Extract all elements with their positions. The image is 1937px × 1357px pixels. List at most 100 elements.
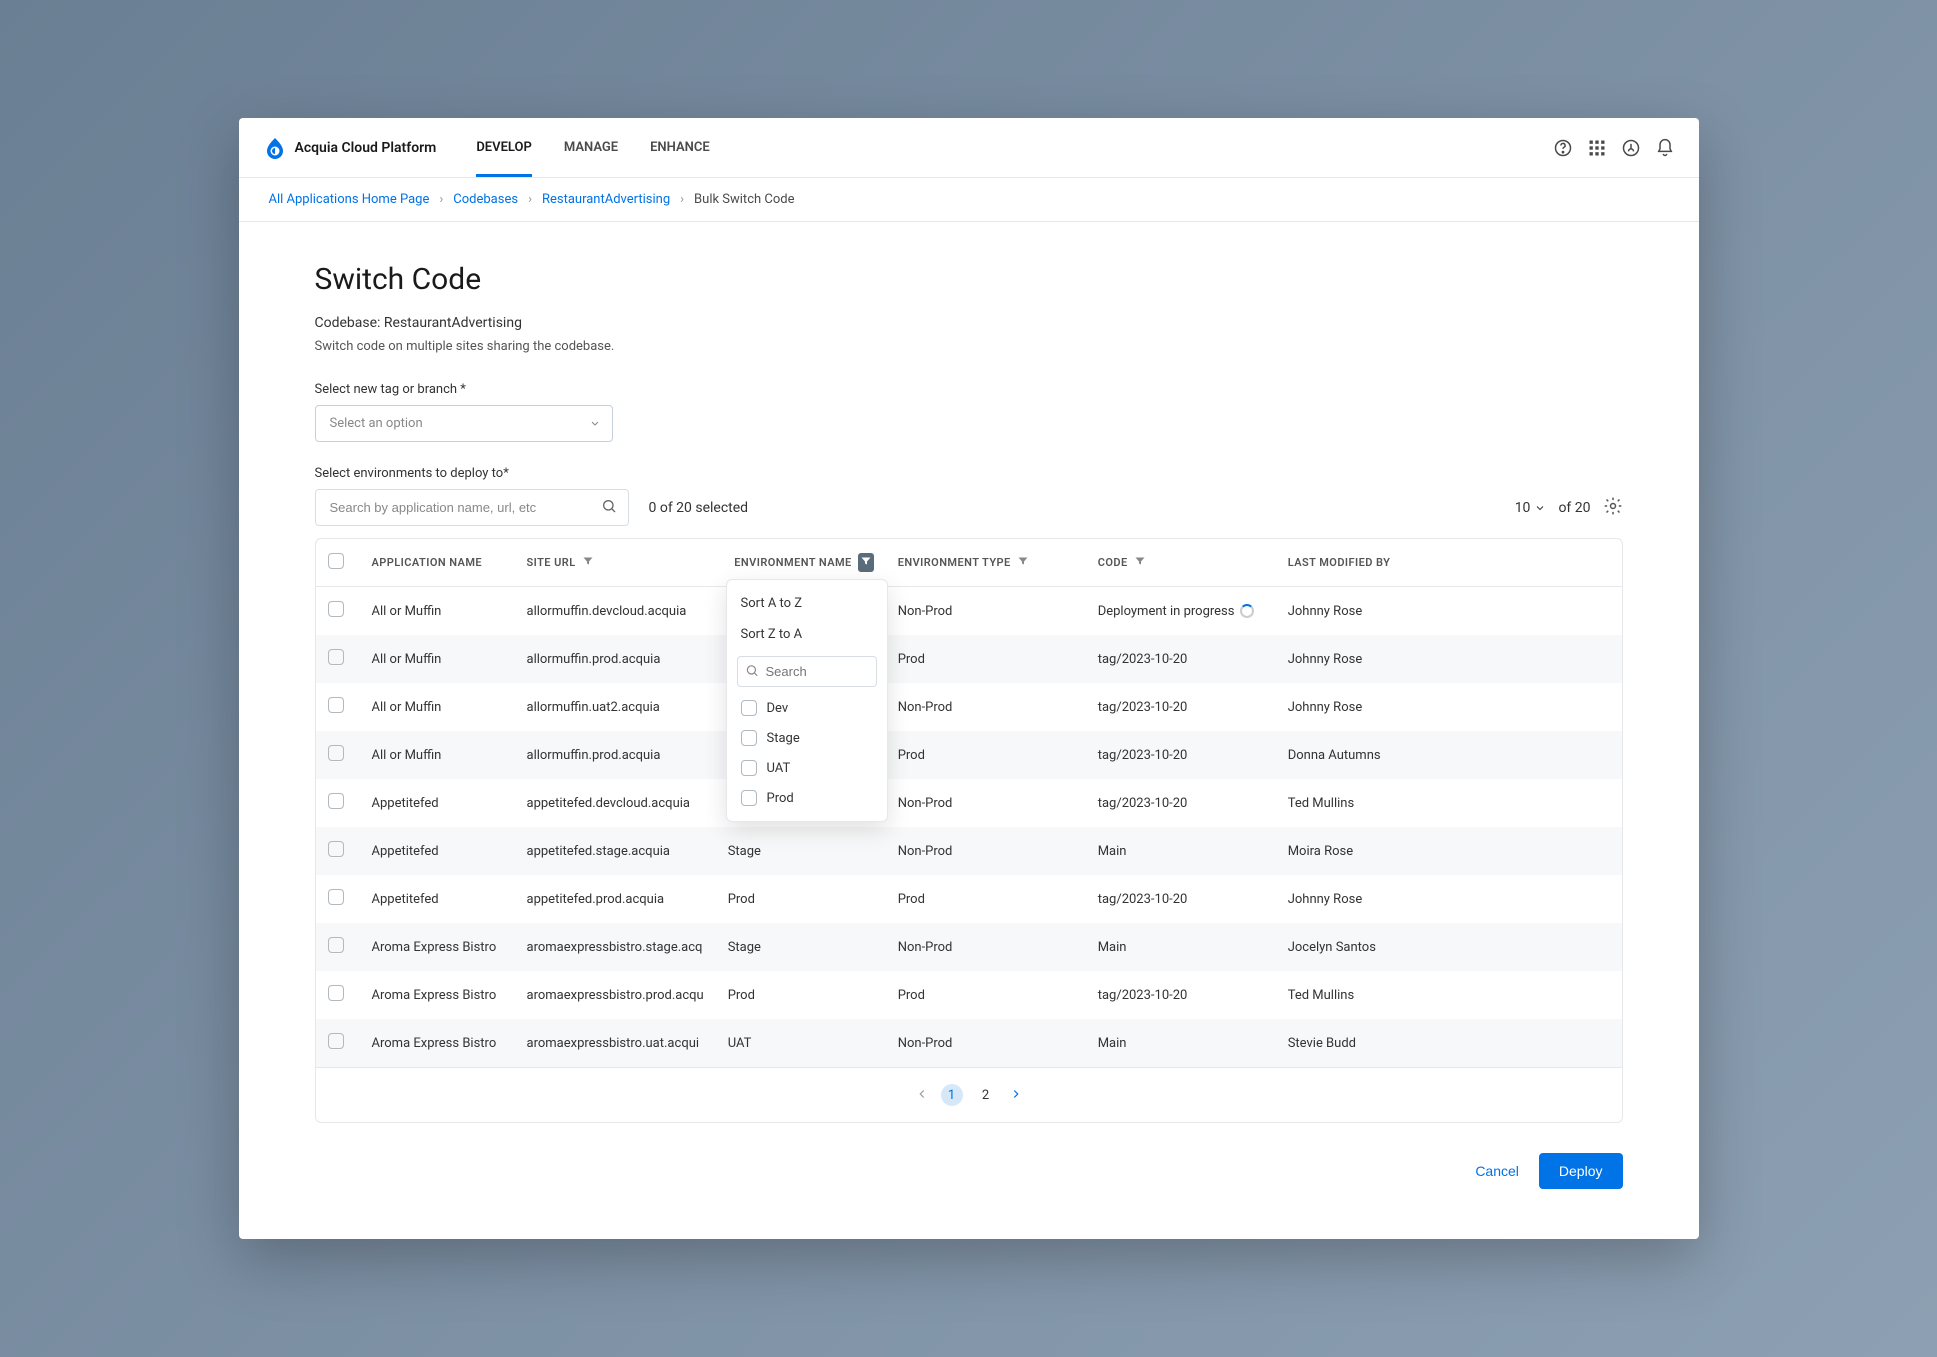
cell-type: Non-Prod: [886, 587, 1086, 636]
cell-env: Stage: [716, 827, 886, 875]
table-row: Appetitefed appetitefed.devcloud.acquia …: [316, 779, 1622, 827]
table-row: All or Muffin allormuffin.prod.acquia Pr…: [316, 731, 1622, 779]
breadcrumb: All Applications Home Page › Codebases ›…: [239, 178, 1699, 222]
filter-checkbox[interactable]: [741, 730, 757, 746]
branch-select[interactable]: Select an option: [315, 405, 613, 442]
filter-checkbox[interactable]: [741, 790, 757, 806]
sort-za[interactable]: Sort Z to A: [727, 619, 887, 650]
table-row: Aroma Express Bistro aromaexpressbistro.…: [316, 923, 1622, 971]
filter-icon[interactable]: [1017, 555, 1029, 570]
cell-app: All or Muffin: [360, 635, 515, 683]
cell-code: tag/2023-10-20: [1086, 635, 1276, 683]
cell-type: Prod: [886, 635, 1086, 683]
table-right-controls: 10 of 20: [1515, 496, 1623, 520]
filter-option-label: Prod: [767, 791, 794, 806]
page-1[interactable]: 1: [941, 1084, 963, 1106]
cell-type: Non-Prod: [886, 827, 1086, 875]
cell-modified: Donna Autumns: [1276, 731, 1622, 779]
select-all-checkbox[interactable]: [328, 553, 344, 569]
cell-type: Prod: [886, 875, 1086, 923]
cell-url: allormuffin.devcloud.acquia: [515, 587, 716, 636]
breadcrumb-app[interactable]: RestaurantAdvertising: [542, 192, 670, 207]
row-checkbox[interactable]: [328, 1033, 344, 1049]
cell-app: Aroma Express Bistro: [360, 971, 515, 1019]
cell-modified: Johnny Rose: [1276, 635, 1622, 683]
page-title: Switch Code: [315, 262, 1623, 297]
cell-app: Aroma Express Bistro: [360, 1019, 515, 1067]
row-checkbox[interactable]: [328, 697, 344, 713]
page-prev[interactable]: [915, 1086, 929, 1105]
filter-checkbox[interactable]: [741, 700, 757, 716]
cell-modified: Moira Rose: [1276, 827, 1622, 875]
topbar-icons: [1553, 138, 1675, 158]
cell-url: allormuffin.prod.acquia: [515, 731, 716, 779]
cell-type: Non-Prod: [886, 683, 1086, 731]
top-navbar: Acquia Cloud Platform DEVELOP MANAGE ENH…: [239, 118, 1699, 178]
filter-option-label: Dev: [767, 701, 789, 716]
page-description: Switch code on multiple sites sharing th…: [315, 339, 1623, 354]
cell-url: aromaexpressbistro.stage.acq: [515, 923, 716, 971]
filter-checkbox[interactable]: [741, 760, 757, 776]
filter-option[interactable]: Dev: [727, 693, 887, 723]
row-checkbox[interactable]: [328, 793, 344, 809]
cell-code: Main: [1086, 923, 1276, 971]
search-icon: [745, 662, 759, 681]
pagination: 1 2: [316, 1067, 1622, 1122]
th-env-type: ENVIRONMENT TYPE: [898, 556, 1011, 569]
pagesize-select[interactable]: 10: [1515, 500, 1547, 516]
gear-icon[interactable]: [1603, 496, 1623, 520]
th-modified: LAST MODIFIED BY: [1288, 556, 1391, 569]
help-icon[interactable]: [1553, 138, 1573, 158]
codebase-line: Codebase: RestaurantAdvertising: [315, 315, 1623, 331]
brand-logo-icon: [263, 136, 287, 160]
breadcrumb-home[interactable]: All Applications Home Page: [269, 192, 430, 207]
cell-url: appetitefed.stage.acquia: [515, 827, 716, 875]
branch-select-wrap: Select an option: [315, 405, 613, 442]
bell-icon[interactable]: [1655, 138, 1675, 158]
row-checkbox[interactable]: [328, 745, 344, 761]
filter-icon[interactable]: [1134, 555, 1146, 570]
row-checkbox[interactable]: [328, 937, 344, 953]
cell-code: Main: [1086, 827, 1276, 875]
tab-develop[interactable]: DEVELOP: [476, 118, 532, 177]
environments-table-container: APPLICATION NAME SITE URL ENVIRONMENT NA…: [315, 538, 1623, 1123]
cell-url: allormuffin.uat2.acquia: [515, 683, 716, 731]
tab-enhance[interactable]: ENHANCE: [650, 118, 710, 177]
sort-az[interactable]: Sort A to Z: [727, 588, 887, 619]
page-2[interactable]: 2: [975, 1084, 997, 1106]
row-checkbox[interactable]: [328, 649, 344, 665]
cell-type: Non-Prod: [886, 923, 1086, 971]
row-checkbox[interactable]: [328, 985, 344, 1001]
filter-search-wrap: [737, 656, 877, 687]
nav-tabs: DEVELOP MANAGE ENHANCE: [476, 118, 709, 177]
search-input[interactable]: [315, 489, 629, 526]
action-buttons: Cancel Deploy: [315, 1153, 1623, 1189]
apps-grid-icon[interactable]: [1587, 138, 1607, 158]
cell-code: Main: [1086, 1019, 1276, 1067]
filter-option[interactable]: Stage: [727, 723, 887, 753]
filter-icon[interactable]: [582, 555, 594, 570]
cell-url: allormuffin.prod.acquia: [515, 635, 716, 683]
row-checkbox[interactable]: [328, 841, 344, 857]
table-row: Aroma Express Bistro aromaexpressbistro.…: [316, 971, 1622, 1019]
search-box: [315, 489, 629, 526]
cell-env: Stage: [716, 923, 886, 971]
page-next[interactable]: [1009, 1086, 1023, 1105]
row-checkbox[interactable]: [328, 889, 344, 905]
cell-env: Prod: [716, 875, 886, 923]
filter-option[interactable]: UAT: [727, 753, 887, 783]
breadcrumb-codebases[interactable]: Codebases: [453, 192, 518, 207]
pagesize-value: 10: [1515, 500, 1531, 516]
user-icon[interactable]: [1621, 138, 1641, 158]
cell-code: tag/2023-10-20: [1086, 875, 1276, 923]
deploy-button[interactable]: Deploy: [1539, 1153, 1623, 1189]
filter-option[interactable]: Prod: [727, 783, 887, 813]
row-checkbox[interactable]: [328, 601, 344, 617]
cancel-button[interactable]: Cancel: [1475, 1163, 1519, 1179]
cell-env: Prod: [716, 971, 886, 1019]
tab-manage[interactable]: MANAGE: [564, 118, 618, 177]
cell-code: Deployment in progress: [1086, 587, 1276, 636]
table-row: All or Muffin allormuffin.prod.acquia Pr…: [316, 635, 1622, 683]
filter-icon-active[interactable]: [858, 553, 874, 572]
cell-app: All or Muffin: [360, 587, 515, 636]
